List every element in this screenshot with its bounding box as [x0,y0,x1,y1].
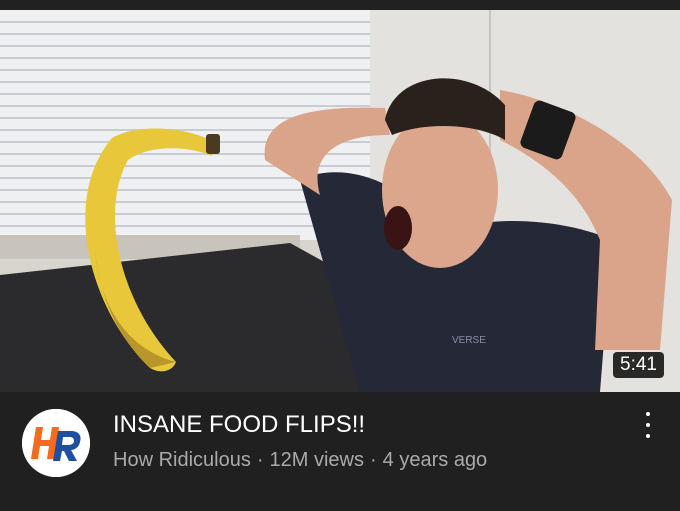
video-info-bar: INSANE FOOD FLIPS!! How Ridiculous · 12M v… [0,392,680,511]
duration-badge: 5:41 [613,352,664,378]
more-options-button[interactable] [636,412,660,438]
shirt-print: VERSE [452,335,486,346]
view-count: 12M views [269,449,364,471]
video-title[interactable]: INSANE FOOD FLIPS!! [113,411,610,439]
upload-age: 4 years ago [382,449,488,471]
channel-avatar[interactable] [22,409,90,477]
thumbnail-image: VERSE [0,10,680,392]
video-metadata: How Ridiculous · 12M views · 4 years ago [113,448,487,472]
more-vertical-icon-dot [646,434,650,438]
meta-separator: · [256,449,264,471]
meta-separator: · [370,449,377,471]
how-ridiculous-logo-icon [22,409,90,477]
more-vertical-icon [646,412,650,416]
channel-name[interactable]: How Ridiculous [113,449,251,471]
video-thumbnail[interactable]: VERSE 5:41 [0,10,680,392]
top-bar [0,0,680,10]
more-vertical-icon-dot [646,423,650,427]
